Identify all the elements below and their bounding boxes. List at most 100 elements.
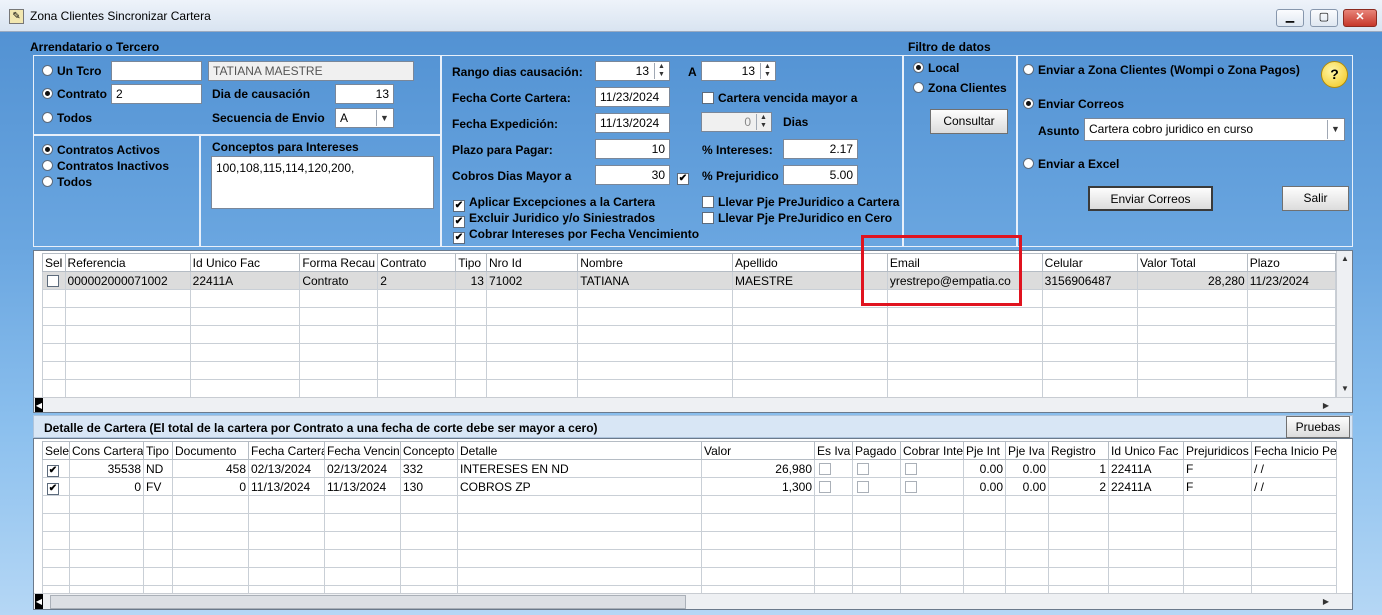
table-row[interactable]: ✔ 35538 ND 458 02/13/2024 02/13/2024 332 INTERE…	[42, 459, 1337, 478]
cobrar-intereses-checkbox[interactable]: ✔ Cobrar Intereses por Fecha Vencimiento	[453, 227, 699, 244]
cartera-vencida-checkbox[interactable]: Cartera vencida mayor a	[702, 91, 857, 105]
help-icon[interactable]: ?	[1321, 61, 1348, 88]
detalle-grid-header[interactable]: Valor	[701, 441, 815, 460]
fecha-exp-input[interactable]: 11/13/2024	[595, 113, 670, 133]
radio-enviar-excel[interactable]: Enviar a Excel	[1023, 157, 1119, 171]
aplicar-excepciones-checkbox[interactable]: ✔ Aplicar Excepciones a la Cartera	[453, 195, 655, 212]
checkbox-icon[interactable]	[819, 462, 831, 475]
detalle-grid-header[interactable]: Concepto	[400, 441, 458, 460]
tercero-input[interactable]	[111, 61, 202, 81]
top-grid-header[interactable]: Contrato	[377, 253, 457, 272]
spin-arrows-icon[interactable]: ▲ ▼	[760, 63, 774, 79]
detalle-grid-header[interactable]: Fecha Cartera	[248, 441, 325, 460]
rango-from-input[interactable]: 13 ▲ ▼	[595, 61, 670, 81]
top-grid-header[interactable]: Forma Recau	[299, 253, 379, 272]
row-checkbox[interactable]	[42, 271, 66, 290]
cobros-checkbox[interactable]: ✔	[677, 168, 693, 185]
horizontal-scrollbar[interactable]: ◀ ▶	[34, 593, 1352, 609]
fecha-corte-input[interactable]: 11/23/2024	[595, 87, 670, 107]
detalle-grid-header[interactable]: Pje Iva	[1005, 441, 1049, 460]
table-row[interactable]: 000002000071002 22411A Contrato 2 13 71002 TAT…	[42, 271, 1337, 290]
scroll-thumb[interactable]	[50, 595, 686, 609]
conceptos-textarea[interactable]: 100,108,115,114,120,200,	[211, 156, 434, 209]
radio-contratos-inactivos[interactable]: Contratos Inactivos	[42, 159, 169, 173]
scroll-down-icon[interactable]: ▼	[1337, 381, 1352, 397]
enviar-correos-button[interactable]: Enviar Correos	[1088, 186, 1213, 211]
maximize-button[interactable]: ▢	[1310, 9, 1338, 27]
detalle-grid-header[interactable]: Cobrar Inte	[900, 441, 964, 460]
checkbox-icon[interactable]	[905, 480, 917, 493]
scroll-right-icon[interactable]: ▶	[1318, 594, 1334, 609]
rango-to-input[interactable]: 13 ▲ ▼	[701, 61, 776, 81]
radio-contratos-todos[interactable]: Todos	[42, 175, 92, 189]
checkbox-icon[interactable]	[857, 462, 869, 475]
radio-un-tcro[interactable]: Un Tcro	[42, 64, 101, 78]
radio-local[interactable]: Local	[913, 61, 959, 75]
radio-todos[interactable]: Todos	[42, 111, 92, 125]
scroll-left-icon[interactable]: ◀	[35, 594, 43, 609]
llevar-pje-cero-checkbox[interactable]: Llevar Pje PreJuridico en Cero	[702, 211, 892, 225]
detalle-grid-header[interactable]: Pagado	[852, 441, 901, 460]
radio-zona-clientes[interactable]: Zona Clientes	[913, 81, 1007, 95]
minimize-button[interactable]: ▁	[1276, 9, 1304, 27]
detalle-grid-header[interactable]: Pje Int	[963, 441, 1006, 460]
top-grid-header[interactable]: Nro Id	[485, 253, 579, 272]
radio-contrato[interactable]: Contrato	[42, 87, 107, 101]
vertical-scrollbar[interactable]: ▲ ▼	[1336, 251, 1352, 397]
detalle-grid-header[interactable]: Id Unico Fac	[1108, 441, 1184, 460]
check-icon[interactable]: ✔	[47, 465, 59, 477]
detalle-grid-header[interactable]: Sele	[42, 441, 70, 460]
top-grid-header[interactable]: Valor Total	[1137, 253, 1248, 272]
top-grid-header[interactable]: Tipo	[455, 253, 487, 272]
secuencia-select[interactable]: A ▼	[335, 108, 394, 128]
dia-causacion-input[interactable]: 13	[335, 84, 394, 104]
excluir-juridico-checkbox[interactable]: ✔ Excluir Juridico y/o Siniestrados	[453, 211, 655, 228]
chevron-down-icon[interactable]: ▼	[376, 110, 392, 126]
detalle-grid-header[interactable]: Fecha Vencin	[324, 441, 401, 460]
top-grid-header[interactable]: Plazo	[1246, 253, 1337, 272]
plazo-input[interactable]: 10	[595, 139, 670, 159]
spin-arrows-icon[interactable]: ▲ ▼	[756, 114, 770, 130]
prejuridico-input[interactable]: 5.00	[783, 165, 858, 185]
check-icon[interactable]: ✔	[47, 483, 59, 495]
top-grid-header[interactable]: Sel	[42, 253, 66, 272]
table-row[interactable]: ✔ 0 FV 0 11/13/2024 11/13/2024 130 COBROS ZP 1,3…	[42, 477, 1337, 496]
consultar-button[interactable]: Consultar	[930, 109, 1008, 134]
asunto-select[interactable]: Cartera cobro juridico en curso ▼	[1084, 118, 1345, 141]
row-checkbox[interactable]: ✔	[42, 477, 70, 496]
checkbox-icon[interactable]	[47, 274, 59, 287]
row-checkbox[interactable]: ✔	[42, 459, 70, 478]
horizontal-scrollbar[interactable]: ◀ ▶	[34, 397, 1352, 412]
contrato-input[interactable]: 2	[111, 84, 202, 104]
radio-contratos-activos[interactable]: Contratos Activos	[42, 143, 160, 157]
top-grid-header[interactable]: Referencia	[64, 253, 191, 272]
detalle-grid-header[interactable]: Prejuridicos	[1183, 441, 1252, 460]
scroll-left-icon[interactable]: ◀	[35, 398, 43, 412]
radio-enviar-correos[interactable]: Enviar Correos	[1023, 97, 1124, 111]
detalle-grid-header[interactable]: Fecha Inicio Pe	[1251, 441, 1337, 460]
spin-arrows-icon[interactable]: ▲ ▼	[654, 63, 668, 79]
detalle-grid-header[interactable]: Cons Cartera	[69, 441, 144, 460]
top-grid-header[interactable]: Celular	[1041, 253, 1139, 272]
radio-enviar-zona[interactable]: Enviar a Zona Clientes (Wompi o Zona Pag…	[1023, 63, 1300, 77]
top-grid-header[interactable]: Nombre	[577, 253, 734, 272]
cobros-input[interactable]: 30	[595, 165, 670, 185]
detalle-grid-header[interactable]: Es Iva	[814, 441, 853, 460]
detalle-grid-header[interactable]: Tipo	[143, 441, 173, 460]
pruebas-button[interactable]: Pruebas	[1286, 416, 1350, 438]
checkbox-icon[interactable]	[905, 462, 917, 475]
intereses-input[interactable]: 2.17	[783, 139, 858, 159]
close-button[interactable]: ✕	[1343, 9, 1377, 27]
salir-button[interactable]: Salir	[1282, 186, 1349, 211]
dias-input[interactable]: 0 ▲ ▼	[701, 112, 772, 132]
top-grid-header[interactable]: Id Unico Fac	[189, 253, 301, 272]
chevron-down-icon[interactable]: ▼	[1327, 120, 1343, 139]
checkbox-icon[interactable]	[819, 480, 831, 493]
detalle-grid-header[interactable]: Documento	[172, 441, 249, 460]
llevar-pje-cartera-checkbox[interactable]: Llevar Pje PreJuridico a Cartera	[702, 195, 899, 209]
detalle-grid-header[interactable]: Detalle	[457, 441, 702, 460]
scroll-right-icon[interactable]: ▶	[1318, 398, 1334, 412]
clientes-grid[interactable]: Sel Referencia Id Unico Fac Forma Recau Cont…	[33, 250, 1353, 413]
detalle-grid[interactable]: Sele Cons Cartera Tipo Documento Fecha Carte…	[33, 438, 1353, 610]
checkbox-icon[interactable]	[857, 480, 869, 493]
